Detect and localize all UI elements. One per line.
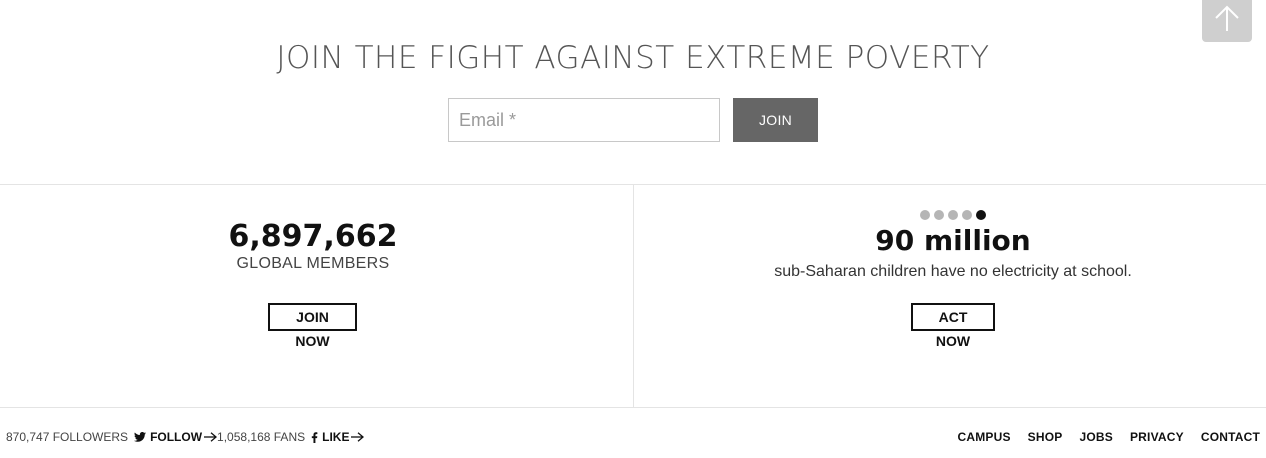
- join-button[interactable]: JOIN: [733, 98, 818, 142]
- fact-panel: 90 million sub-Saharan children have no …: [640, 185, 1266, 407]
- facebook-icon: [311, 431, 318, 443]
- carousel-dots: [920, 210, 986, 220]
- footer-link-contact[interactable]: CONTACT: [1201, 430, 1260, 444]
- footer-link-privacy[interactable]: PRIVACY: [1130, 430, 1184, 444]
- signup-title: JOIN THE FIGHT AGAINST EXTREME POVERTY: [276, 40, 990, 76]
- carousel-dot[interactable]: [962, 210, 972, 220]
- join-now-button[interactable]: JOIN NOW: [268, 303, 357, 349]
- email-input[interactable]: [448, 98, 720, 142]
- footer-link-jobs[interactable]: JOBS: [1079, 430, 1112, 444]
- twitter-icon: [134, 432, 147, 442]
- arrow-right-icon: [204, 432, 218, 442]
- stats-divider: [633, 185, 634, 407]
- footer-link-campus[interactable]: CAMPUS: [957, 430, 1010, 444]
- footer-link-shop[interactable]: SHOP: [1028, 430, 1063, 444]
- facebook-fan-count: 1,058,168 FANS: [217, 430, 306, 444]
- carousel-dot[interactable]: [920, 210, 930, 220]
- member-count: 6,897,662: [228, 219, 398, 254]
- footer-nav: CAMPUS SHOP JOBS PRIVACY CONTACT: [957, 430, 1260, 444]
- members-panel: 6,897,662 GLOBAL MEMBERS JOIN NOW: [0, 185, 626, 407]
- social-bar: 870,747 FOLLOWERS FOLLOW 1,058,168 FANS …: [6, 430, 365, 444]
- twitter-follow-label: FOLLOW: [150, 430, 203, 444]
- carousel-dot[interactable]: [948, 210, 958, 220]
- signup-form: JOIN: [448, 98, 818, 142]
- facebook-like-link[interactable]: LIKE: [311, 430, 365, 444]
- fact-stat: 90 million: [875, 224, 1031, 257]
- carousel-dot-active[interactable]: [976, 210, 986, 220]
- fact-text: sub-Saharan children have no electricity…: [774, 263, 1132, 280]
- arrow-up-icon: [1212, 3, 1242, 33]
- arrow-right-icon: [351, 432, 365, 442]
- back-to-top-button[interactable]: [1202, 0, 1252, 42]
- act-now-button[interactable]: ACT NOW: [911, 303, 995, 349]
- twitter-follow-link[interactable]: FOLLOW: [134, 430, 218, 444]
- twitter-follower-count: 870,747 FOLLOWERS: [6, 430, 129, 444]
- stats-section: 6,897,662 GLOBAL MEMBERS JOIN NOW 90 mil…: [0, 184, 1266, 408]
- carousel-dot[interactable]: [934, 210, 944, 220]
- facebook-like-label: LIKE: [322, 430, 350, 444]
- member-label: GLOBAL MEMBERS: [236, 255, 390, 272]
